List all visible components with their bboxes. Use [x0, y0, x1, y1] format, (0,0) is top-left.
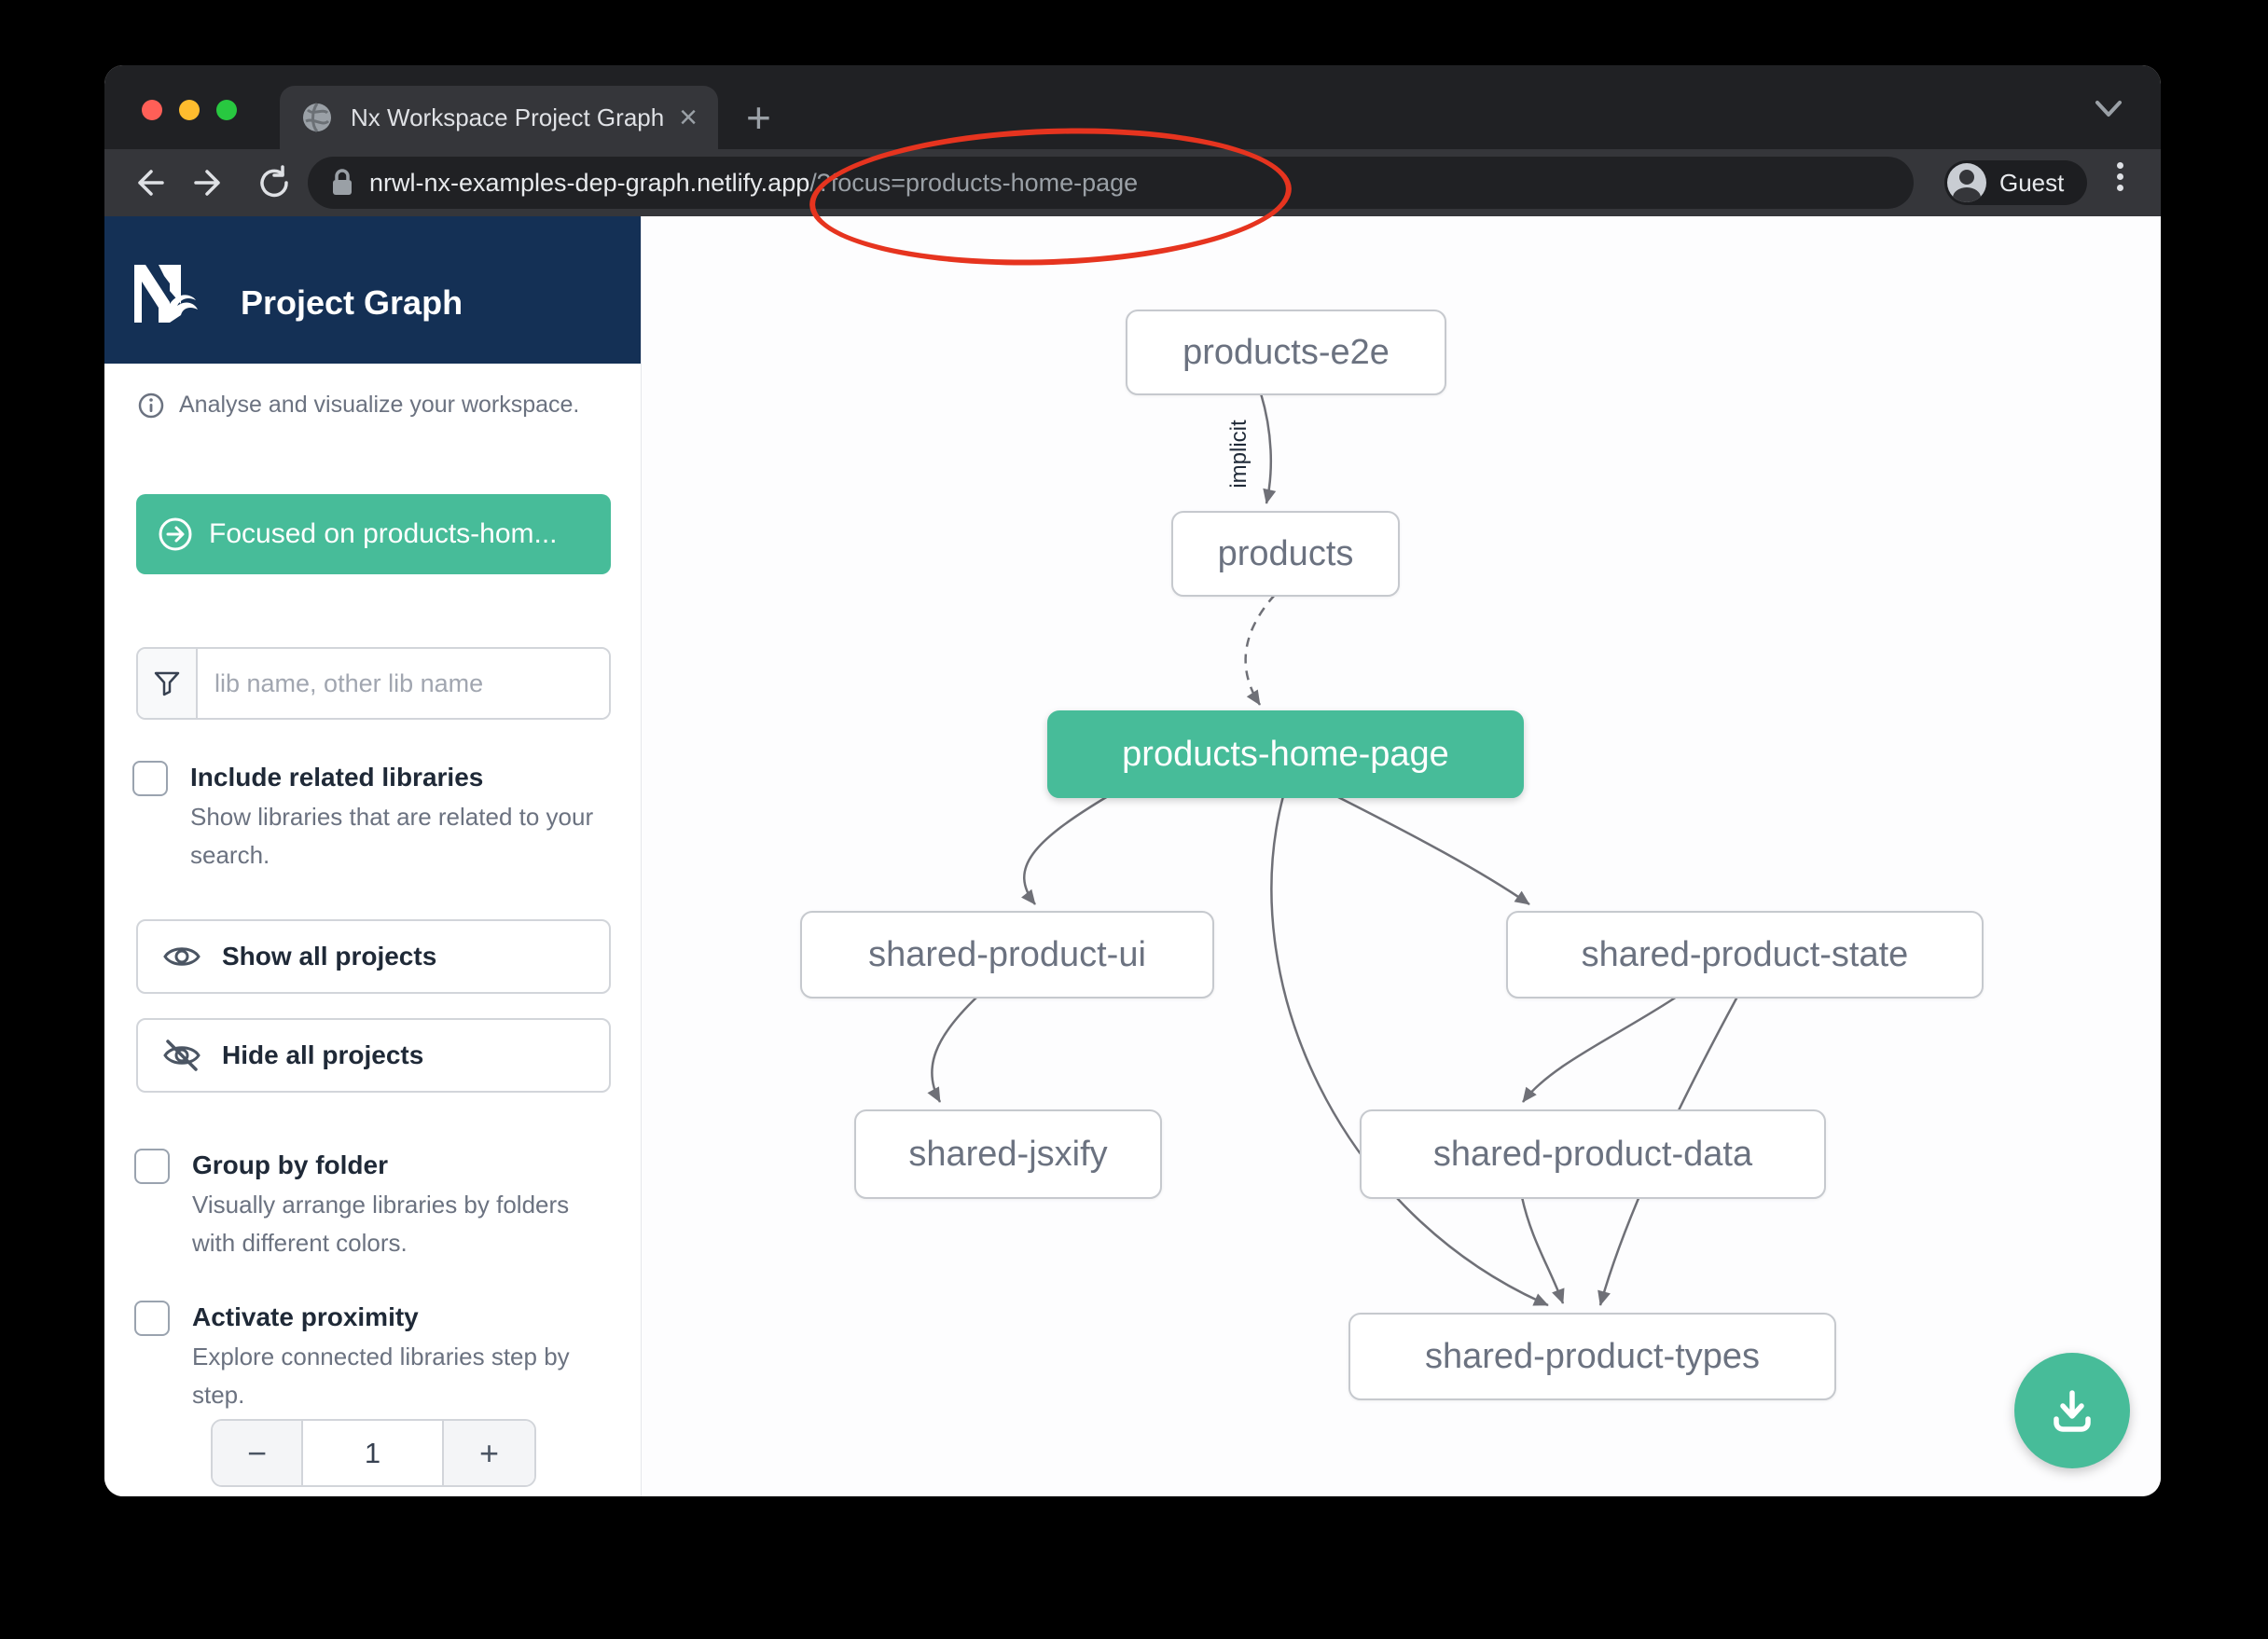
graph-canvas[interactable]: implicit products-e2e products products-ho…: [642, 216, 2161, 1496]
new-tab-button[interactable]: +: [746, 90, 771, 145]
back-icon[interactable]: [129, 164, 166, 201]
funnel-icon: [153, 669, 181, 697]
proximity-stepper: − 1 +: [211, 1419, 536, 1487]
filter-input[interactable]: [198, 649, 609, 718]
url-path: /?focus=products-home-page: [809, 169, 1138, 197]
page-title: Project Graph: [241, 283, 463, 323]
download-image-button[interactable]: [2014, 1353, 2130, 1468]
activate-proximity-row: Activate proximity Explore connected lib…: [134, 1299, 614, 1414]
activate-proximity-label: Activate proximity: [192, 1299, 614, 1336]
nx-logo: [132, 265, 216, 323]
download-icon: [2043, 1382, 2101, 1439]
filter-field: [136, 647, 611, 720]
window-controls: [142, 100, 237, 120]
url-domain: nrwl-nx-examples-dep-graph.netlify.app: [369, 169, 809, 197]
show-all-projects-button[interactable]: Show all projects: [136, 919, 611, 994]
avatar: [1947, 163, 1986, 202]
graph-node-shared-product-data[interactable]: shared-product-data: [1360, 1109, 1826, 1199]
graph-node-products-e2e[interactable]: products-e2e: [1126, 310, 1446, 395]
tab-title: Nx Workspace Project Graph: [351, 103, 671, 132]
sidebar: Project Graph Analyse and visualize your…: [104, 216, 642, 1496]
minimize-window-button[interactable]: [179, 100, 200, 120]
graph-node-products[interactable]: products: [1171, 511, 1400, 597]
activate-proximity-description: Explore connected libraries step by step…: [192, 1338, 614, 1414]
graph-edge-products-to-products-home-page: [1246, 595, 1275, 705]
filter-icon-segment: [138, 649, 198, 718]
graph-edge-shared-product-ui-to-shared-jsxify: [932, 997, 977, 1102]
tagline: Analyse and visualize your workspace.: [138, 392, 579, 419]
stepper-decrement-button[interactable]: −: [213, 1421, 303, 1485]
group-by-folder-label: Group by folder: [192, 1147, 614, 1184]
graph-edge-shared-product-data-to-shared-product-types: [1522, 1197, 1563, 1303]
group-by-folder-checkbox[interactable]: [134, 1149, 170, 1184]
close-tab-icon[interactable]: ×: [679, 102, 698, 133]
stepper-increment-button[interactable]: +: [442, 1421, 534, 1485]
profile-name: Guest: [1999, 169, 2064, 198]
graph-edge-products-e2e-to-products: [1261, 393, 1271, 503]
forward-icon[interactable]: [192, 164, 229, 201]
graph-edge-products-home-page-to-shared-product-state: [1336, 796, 1529, 904]
graph-edge-products-home-page-to-shared-product-types: [1271, 796, 1548, 1305]
url-text: nrwl-nx-examples-dep-graph.netlify.app/?…: [369, 169, 1138, 198]
graph-edge-products-home-page-to-shared-product-ui: [1024, 796, 1108, 904]
graph-node-shared-product-types[interactable]: shared-product-types: [1348, 1313, 1836, 1400]
activate-proximity-checkbox[interactable]: [134, 1301, 170, 1336]
tagline-text: Analyse and visualize your workspace.: [179, 392, 579, 419]
include-related-row: Include related libraries Show libraries…: [132, 759, 612, 875]
graph-edges: implicit: [642, 216, 2161, 1496]
url-bar[interactable]: nrwl-nx-examples-dep-graph.netlify.app/?…: [308, 157, 1914, 209]
edge-label-implicit: implicit: [1226, 420, 1252, 489]
eye-icon: [162, 942, 201, 971]
focus-arrow-icon: [157, 516, 194, 553]
graph-node-shared-jsxify[interactable]: shared-jsxify: [854, 1109, 1162, 1199]
graph-edge-shared-product-state-to-shared-product-data: [1523, 997, 1677, 1102]
zoom-window-button[interactable]: [216, 100, 237, 120]
graph-node-shared-product-ui[interactable]: shared-product-ui: [800, 911, 1214, 999]
profile-chip[interactable]: Guest: [1944, 160, 2087, 205]
include-related-label: Include related libraries: [190, 759, 612, 796]
hide-all-projects-label: Hide all projects: [222, 1040, 423, 1070]
group-by-folder-row: Group by folder Visually arrange librari…: [134, 1147, 614, 1262]
browser-menu-icon[interactable]: [2117, 162, 2123, 191]
focused-button[interactable]: Focused on products-hom...: [136, 494, 611, 574]
tab-bar: Nx Workspace Project Graph × +: [104, 65, 2161, 149]
tab-nx-workspace-project-graph[interactable]: Nx Workspace Project Graph ×: [280, 86, 718, 149]
include-related-checkbox[interactable]: [132, 761, 168, 796]
stepper-value: 1: [303, 1421, 442, 1485]
sidebar-header: Project Graph: [104, 216, 641, 364]
lock-icon: [330, 168, 354, 198]
info-icon: [138, 393, 164, 419]
include-related-description: Show libraries that are related to your …: [190, 798, 612, 875]
browser-window: Nx Workspace Project Graph × +: [104, 65, 2161, 1496]
show-all-projects-label: Show all projects: [222, 942, 436, 971]
close-window-button[interactable]: [142, 100, 162, 120]
browser-toolbar: nrwl-nx-examples-dep-graph.netlify.app/?…: [104, 149, 2161, 216]
focused-button-label: Focused on products-hom...: [209, 518, 558, 550]
globe-icon: [300, 101, 334, 134]
graph-node-shared-product-state[interactable]: shared-product-state: [1506, 911, 1984, 999]
graph-node-products-home-page[interactable]: products-home-page: [1047, 710, 1524, 798]
eye-off-icon: [162, 1039, 201, 1072]
hide-all-projects-button[interactable]: Hide all projects: [136, 1018, 611, 1093]
group-by-folder-description: Visually arrange libraries by folders wi…: [192, 1186, 614, 1262]
chevron-down-icon[interactable]: [2090, 97, 2127, 121]
reload-icon[interactable]: [256, 164, 293, 201]
